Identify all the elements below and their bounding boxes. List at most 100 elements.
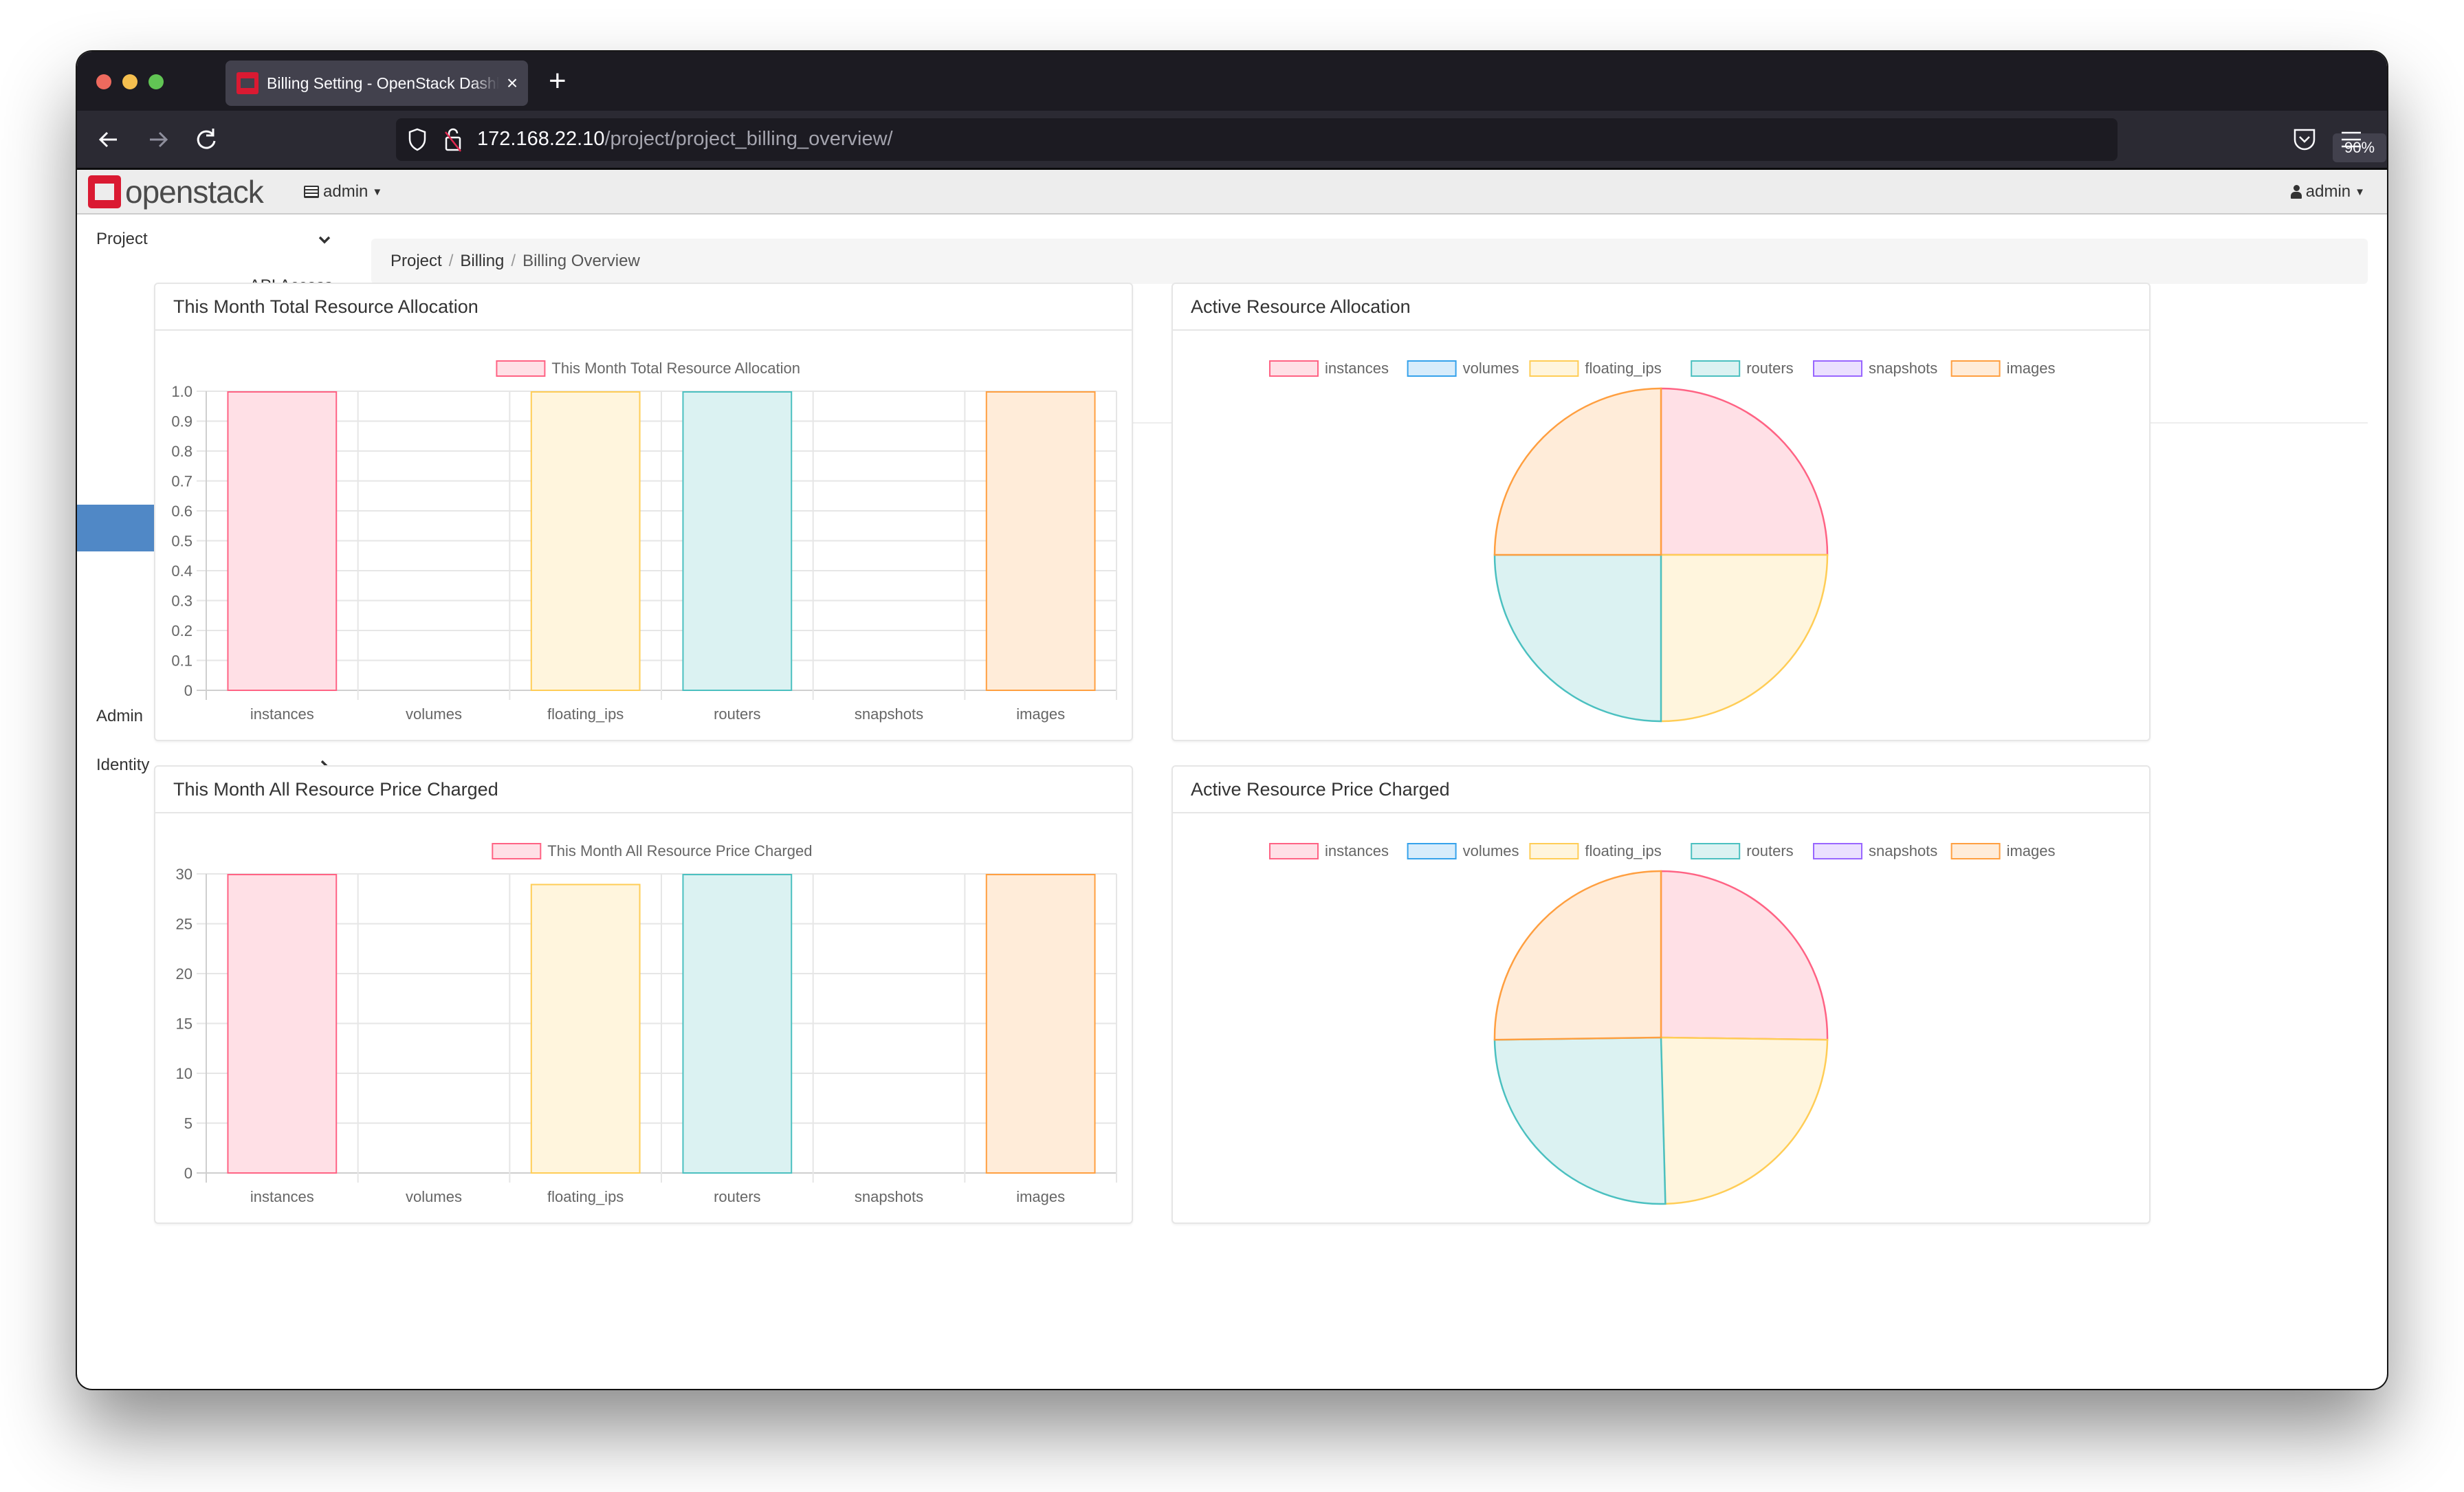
project-list-icon (304, 186, 319, 198)
pie-slice-instances (1660, 387, 1829, 556)
pie-chart-allocation: instances volumes floating_ips routers snaps… (1269, 360, 2056, 723)
y-tick-label: 0 (184, 682, 192, 699)
project-selector-label: admin (323, 182, 368, 201)
legend-swatch-snapshots (1813, 360, 1862, 377)
y-tick-label: 15 (176, 1016, 192, 1033)
new-tab-button[interactable]: + (549, 64, 566, 98)
bar-chart-allocation: This Month Total Resource Allocation 0 0.1… (171, 360, 1117, 723)
reload-icon[interactable] (190, 123, 223, 156)
panel-all-resource-price: This Month All Resource Price Charged Th… (154, 765, 1133, 1224)
close-tab-icon[interactable]: × (502, 72, 522, 94)
pie-slice-instances (1660, 870, 1829, 1041)
x-tick-label: images (1016, 1188, 1065, 1205)
pie-slice-routers (1493, 553, 1662, 723)
bar-instances (227, 874, 338, 1174)
pocket-icon[interactable] (2292, 126, 2317, 153)
bar-images (985, 874, 1096, 1174)
panel-active-resource-price: Active Resource Price Charged instances v… (1172, 765, 2150, 1224)
bar-routers (682, 874, 793, 1174)
openstack-logo-text: openstack (125, 174, 264, 210)
legend-label: images (2007, 842, 2056, 859)
breadcrumb: Project / Billing / Billing Overview (371, 239, 2368, 284)
y-tick-label: 10 (176, 1065, 192, 1082)
x-tick-label: images (1016, 705, 1065, 723)
breadcrumb-separator: / (511, 252, 516, 270)
breadcrumb-billing[interactable]: Billing (460, 252, 504, 271)
legend-swatch-volumes (1407, 360, 1457, 377)
legend-label: floating_ips (1585, 842, 1661, 859)
legend-swatch-routers (1691, 843, 1741, 859)
zoom-window-button[interactable] (148, 74, 164, 89)
legend-swatch-images (1950, 360, 2001, 377)
user-menu-label: admin (2305, 182, 2351, 201)
y-tick-label: 0.6 (171, 503, 192, 520)
sidebar-item-label: Project (96, 230, 148, 248)
pie-slice-floating_ips (1660, 1036, 1829, 1205)
legend-swatch-instances (1269, 843, 1319, 859)
openstack-navbar: openstack admin ▼ admin ▼ (77, 170, 2387, 215)
caret-down-icon: ▼ (372, 186, 383, 198)
address-bar[interactable]: 172.168.22.10/project/project_billing_ov… (396, 118, 2386, 162)
bar-chart-price: This Month All Resource Price Charged 0 5 1… (176, 842, 1117, 1205)
x-tick-label: volumes (406, 705, 462, 723)
tracking-shield-icon[interactable] (408, 128, 426, 151)
legend-label: volumes (1463, 360, 1519, 377)
x-tick-label: routers (714, 1188, 760, 1205)
breadcrumb-separator: / (448, 252, 454, 270)
pie-slice-floating_ips (1660, 553, 1829, 723)
y-tick-label: 5 (184, 1115, 192, 1132)
bar-floating_ips (530, 391, 641, 691)
url-host: 172.168.22.10 (477, 128, 605, 150)
legend-label: instances (1325, 842, 1389, 859)
pie-slice-images (1493, 870, 1662, 1041)
breadcrumb-project[interactable]: Project (390, 252, 442, 271)
x-tick-label: snapshots (855, 1188, 923, 1205)
legend-swatch-instances (1269, 360, 1319, 377)
legend-label: snapshots (1869, 360, 1937, 377)
y-tick-label: 0.4 (171, 562, 192, 580)
panel-total-resource-allocation: This Month Total Resource Allocation Thi… (154, 283, 1133, 741)
pie-slice-routers (1493, 1036, 1666, 1205)
legend-swatch (492, 843, 542, 859)
sidebar-item-project[interactable]: Project (77, 216, 352, 263)
forward-arrow-icon[interactable] (142, 123, 175, 156)
insecure-lock-icon[interactable] (443, 127, 463, 153)
y-tick-label: 30 (176, 866, 192, 883)
openstack-logo-icon (88, 175, 121, 208)
panel-active-resource-allocation: Active Resource Allocation instances volu… (1172, 283, 2150, 741)
legend-label: snapshots (1869, 842, 1937, 859)
legend-swatch-images (1950, 843, 2001, 859)
project-selector-dropdown[interactable]: admin ▼ (304, 182, 382, 201)
panel-title: Active Resource Price Charged (1173, 767, 2149, 813)
legend-swatch-snapshots (1813, 843, 1862, 859)
browser-window: Billing Setting - OpenStack Dashboard × … (77, 52, 2387, 1389)
user-menu-dropdown[interactable]: admin ▼ (2290, 182, 2365, 201)
panel-title: This Month All Resource Price Charged (155, 767, 1132, 813)
y-tick-label: 25 (176, 916, 192, 933)
back-arrow-icon[interactable] (92, 123, 125, 156)
close-window-button[interactable] (96, 74, 111, 89)
bar-instances (227, 391, 338, 691)
y-tick-label: 0.8 (171, 443, 192, 460)
tab-title: Billing Setting - OpenStack Dashboard (267, 74, 499, 92)
openstack-logo[interactable]: openstack (88, 174, 264, 210)
hamburger-menu-icon[interactable] (2339, 127, 2364, 152)
y-tick-label: 0 (184, 1165, 192, 1182)
openstack-favicon-icon (236, 72, 258, 94)
legend-label: routers (1746, 842, 1793, 859)
minimize-window-button[interactable] (122, 74, 138, 89)
bar-images (985, 391, 1096, 691)
y-tick-label: 20 (176, 965, 192, 983)
user-icon (2290, 185, 2302, 199)
y-tick-label: 0.5 (171, 533, 192, 550)
legend-label: This Month Total Resource Allocation (551, 360, 800, 377)
legend-swatch (496, 360, 546, 377)
browser-tab-active[interactable]: Billing Setting - OpenStack Dashboard × (226, 61, 528, 106)
y-tick-label: 1.0 (171, 383, 192, 400)
x-tick-label: volumes (406, 1188, 462, 1205)
pie-chart-price: instances volumes floating_ips routers snaps… (1269, 842, 2056, 1205)
tab-bar: Billing Setting - OpenStack Dashboard × … (77, 52, 2387, 111)
x-tick-label: snapshots (855, 705, 923, 723)
panel-title: This Month Total Resource Allocation (155, 284, 1132, 331)
url-field[interactable]: 172.168.22.10/project/project_billing_ov… (477, 128, 893, 151)
